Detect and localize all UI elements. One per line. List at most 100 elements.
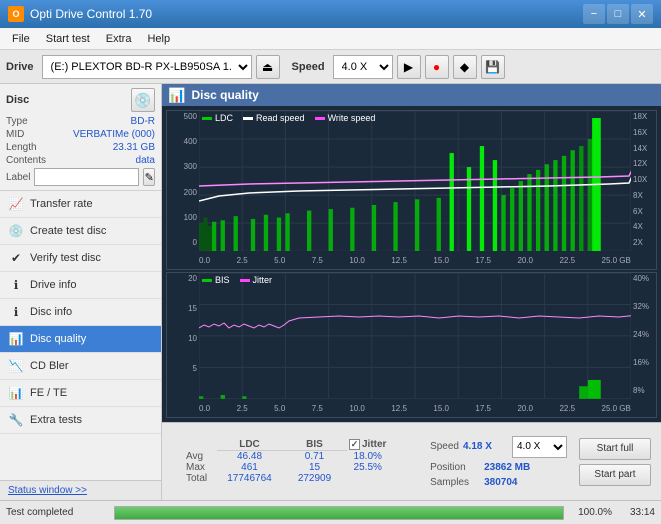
progress-fill <box>115 507 563 519</box>
menu-extra[interactable]: Extra <box>98 31 140 47</box>
jitter-checkbox[interactable]: ✓ <box>349 439 360 450</box>
sidebar-item-transfer-rate[interactable]: 📈 Transfer rate <box>0 191 161 218</box>
sidebar-item-disc-info[interactable]: ℹ Disc info <box>0 299 161 326</box>
content-area: 📊 Disc quality LDC Read speed <box>162 84 661 500</box>
speed-row: Speed 4.18 X 4.0 X <box>430 436 567 458</box>
samples-val: 380704 <box>484 477 517 488</box>
sidebar-item-create-test-disc[interactable]: 💿 Create test disc <box>0 218 161 245</box>
total-ldc: 17746764 <box>217 473 282 484</box>
label-field-label: Label <box>6 172 30 183</box>
menu-file[interactable]: File <box>4 31 38 47</box>
label-edit-button[interactable]: ✎ <box>143 168 155 186</box>
bis-legend-bis: BIS <box>202 275 230 285</box>
minimize-button[interactable]: − <box>583 4 605 24</box>
drive-label: Drive <box>6 61 34 73</box>
sidebar-item-fe-te[interactable]: 📊 FE / TE <box>0 380 161 407</box>
cd-bler-icon: 📉 <box>8 358 24 374</box>
disc-info-icon: ℹ <box>8 304 24 320</box>
speed-stat-val: 4.18 X <box>463 441 508 452</box>
contents-label: Contents <box>6 155 46 166</box>
avg-ldc: 46.48 <box>217 451 282 463</box>
disc-section-label: Disc <box>6 94 29 106</box>
sidebar-item-disc-quality[interactable]: 📊 Disc quality <box>0 326 161 353</box>
max-jitter: 25.5% <box>347 462 388 473</box>
avg-bis: 0.71 <box>282 451 347 463</box>
window-title: Opti Drive Control 1.70 <box>30 7 583 21</box>
main-content: Disc 💿 Type BD-R MID VERBATIMe (000) Len… <box>0 84 661 500</box>
drive-info-icon: ℹ <box>8 277 24 293</box>
action-buttons: Start full Start part <box>575 434 655 490</box>
sidebar-item-cd-bler[interactable]: 📉 CD Bler <box>0 353 161 380</box>
speed-label: Speed <box>292 61 325 73</box>
total-jitter-empty <box>347 473 388 484</box>
menu-help[interactable]: Help <box>139 31 178 47</box>
sidebar-item-verify-test-disc[interactable]: ✔ Verify test disc <box>0 245 161 272</box>
length-value: 23.31 GB <box>113 142 155 153</box>
drive-select[interactable]: (E:) PLEXTOR BD-R PX-LB950SA 1.06 <box>42 55 252 79</box>
stats-max-row: Max 461 15 25.5% <box>182 462 388 473</box>
speed-dropdown[interactable]: 4.0 X <box>512 436 567 458</box>
statusbar: Test completed 100.0% 33:14 <box>0 500 661 524</box>
ldc-y-axis-right: 18X 16X 14X 12X 10X 8X 6X 4X 2X <box>631 111 656 249</box>
stats-header-row: LDC BIS ✓ Jitter <box>170 439 416 484</box>
progress-bar <box>114 506 564 520</box>
eject-button[interactable]: ⏏ <box>256 55 280 79</box>
col-empty <box>182 439 217 451</box>
bis-x-axis: 0.0 2.5 5.0 7.5 10.0 12.5 15.0 17.5 20.0… <box>199 399 631 417</box>
bis-chart: BIS Jitter 20 15 10 5 40% 32% <box>166 272 657 418</box>
type-label: Type <box>6 116 28 127</box>
content-header-icon: 📊 <box>168 87 185 104</box>
disc-quality-icon: 📊 <box>8 331 24 347</box>
close-button[interactable]: ✕ <box>631 4 653 24</box>
mid-value: VERBATIMe (000) <box>73 129 155 140</box>
menu-start-test[interactable]: Start test <box>38 31 98 47</box>
status-text: Test completed <box>6 507 106 518</box>
sidebar-menu: 📈 Transfer rate 💿 Create test disc ✔ Ver… <box>0 191 161 480</box>
progress-percent: 100.0% <box>572 507 612 518</box>
bis-chart-svg <box>199 273 631 399</box>
bis-chart-legend: BIS Jitter <box>202 275 272 285</box>
stats-avg-row: Avg 46.48 0.71 18.0% <box>182 451 388 463</box>
fe-te-icon: 📊 <box>8 385 24 401</box>
record-button[interactable]: ● <box>425 55 449 79</box>
ldc-chart-svg <box>199 111 631 251</box>
toolbar: Drive (E:) PLEXTOR BD-R PX-LB950SA 1.06 … <box>0 50 661 84</box>
ldc-x-axis: 0.0 2.5 5.0 7.5 10.0 12.5 15.0 17.5 20.0… <box>199 251 631 269</box>
bis-y-axis-right: 40% 32% 24% 16% 8% <box>631 273 656 397</box>
start-full-button[interactable]: Start full <box>579 438 651 460</box>
status-window-link[interactable]: Status window >> <box>0 480 161 500</box>
col-jitter-check[interactable]: ✓ Jitter <box>347 439 388 451</box>
save-button[interactable]: 💾 <box>481 55 505 79</box>
titlebar: O Opti Drive Control 1.70 − □ ✕ <box>0 0 661 28</box>
type-value: BD-R <box>131 116 155 127</box>
app-icon: O <box>8 6 24 22</box>
play-button[interactable]: ▶ <box>397 55 421 79</box>
ldc-chart: LDC Read speed Write speed 500 400 300 <box>166 110 657 270</box>
ldc-chart-legend: LDC Read speed Write speed <box>202 113 375 123</box>
sidebar-item-extra-tests[interactable]: 🔧 Extra tests <box>0 407 161 434</box>
sidebar: Disc 💿 Type BD-R MID VERBATIMe (000) Len… <box>0 84 162 500</box>
transfer-rate-icon: 📈 <box>8 196 24 212</box>
total-label: Total <box>182 473 217 484</box>
label-input[interactable] <box>34 168 139 186</box>
avg-jitter: 18.0% <box>347 451 388 463</box>
bis-legend-jitter: Jitter <box>240 275 273 285</box>
sidebar-item-drive-info[interactable]: ℹ Drive info <box>0 272 161 299</box>
ldc-legend-write-speed: Write speed <box>315 113 376 123</box>
samples-row: Samples 380704 <box>430 477 567 488</box>
max-label: Max <box>182 462 217 473</box>
stats-total-row: Total 17746764 272909 <box>182 473 388 484</box>
ldc-legend-read-speed: Read speed <box>243 113 305 123</box>
position-samples-area: Speed 4.18 X 4.0 X Position 23862 MB Sam… <box>430 436 567 488</box>
length-label: Length <box>6 142 37 153</box>
speed-select-toolbar[interactable]: 4.0 X <box>333 55 393 79</box>
start-part-button[interactable]: Start part <box>579 464 651 486</box>
stats-panel: LDC BIS ✓ Jitter <box>162 422 661 500</box>
jitter-col-label: Jitter <box>362 439 386 450</box>
bis-y-axis-left: 20 15 10 5 <box>167 273 199 397</box>
diamond-button[interactable]: ◆ <box>453 55 477 79</box>
maximize-button[interactable]: □ <box>607 4 629 24</box>
position-val: 23862 MB <box>484 462 530 473</box>
contents-value: data <box>136 155 155 166</box>
disc-icon-button[interactable]: 💿 <box>131 88 155 112</box>
